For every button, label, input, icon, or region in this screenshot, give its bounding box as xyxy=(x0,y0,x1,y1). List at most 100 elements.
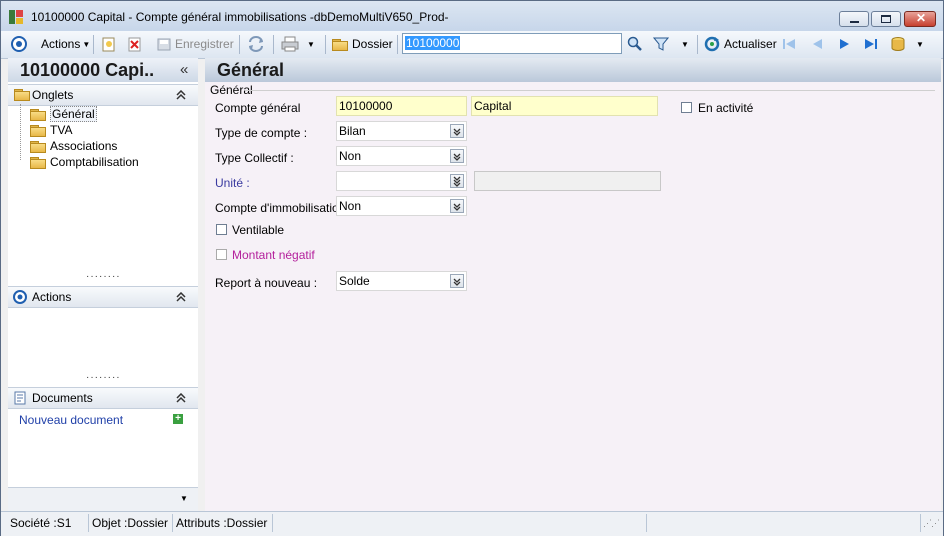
save-icon xyxy=(157,38,171,51)
collapse-chevron-icon[interactable] xyxy=(176,90,186,100)
compte-immo-label: Compte d'immobilisation : xyxy=(215,201,353,215)
report-select[interactable]: Solde xyxy=(336,271,467,291)
first-record-icon[interactable] xyxy=(781,35,797,53)
compte-immo-value: Non xyxy=(339,199,362,213)
chevron-down-icon[interactable] xyxy=(450,274,464,288)
splitter-handle[interactable]: ········ xyxy=(86,271,121,282)
documents-section-header[interactable]: Documents xyxy=(8,387,198,409)
type-collectif-label: Type Collectif : xyxy=(215,151,294,165)
montant-negatif-checkbox[interactable] xyxy=(216,249,227,260)
status-empty-cell xyxy=(647,514,921,532)
save-button[interactable]: Enregistrer xyxy=(156,35,234,53)
onglets-label: Onglets xyxy=(32,88,74,102)
type-compte-select[interactable]: Bilan xyxy=(336,121,467,141)
maximize-icon xyxy=(881,15,891,23)
type-compte-label: Type de compte : xyxy=(215,126,308,140)
ventilable-checkbox[interactable] xyxy=(216,224,227,235)
left-panel-header: 10100000 Capi.. « xyxy=(8,58,198,82)
compte-general-label: Compte général xyxy=(215,101,301,115)
minimize-icon xyxy=(850,21,859,23)
document-icon xyxy=(14,391,26,405)
refresh-button[interactable]: Actualiser xyxy=(704,35,777,53)
folder-icon xyxy=(332,38,348,51)
actions-menu-label: Actions xyxy=(41,37,81,51)
database-dropdown-icon[interactable]: ▼ xyxy=(916,35,924,53)
actions-menu-icon[interactable] xyxy=(11,35,27,53)
sync-icon[interactable] xyxy=(247,35,265,53)
tree-item-comptabilisation[interactable]: Comptabilisation xyxy=(30,154,139,170)
ventilable-label: Ventilable xyxy=(232,223,285,237)
delete-icon[interactable] xyxy=(127,35,143,53)
onglets-section-header[interactable]: Onglets xyxy=(8,84,198,106)
documents-section-label: Documents xyxy=(32,391,93,405)
collapse-chevron-icon[interactable] xyxy=(176,292,186,302)
group-divider xyxy=(245,90,935,91)
new-icon[interactable] xyxy=(101,35,117,53)
type-collectif-value: Non xyxy=(339,149,362,163)
dossier-button[interactable]: Dossier xyxy=(332,35,393,53)
database-icon[interactable] xyxy=(890,35,906,53)
next-record-icon[interactable] xyxy=(837,35,853,53)
tree-item-general[interactable]: Général xyxy=(30,106,97,122)
search-value: 10100000 xyxy=(405,36,461,50)
actions-section-header[interactable]: Actions xyxy=(8,286,198,308)
resize-grip-icon[interactable]: ⋰⋰ xyxy=(923,518,940,529)
expand-down-icon[interactable]: ▼ xyxy=(180,494,188,503)
chevron-down-icon[interactable] xyxy=(450,124,464,138)
dossier-label: Dossier xyxy=(352,37,393,51)
window-title: 10100000 Capital - Compte général immobi… xyxy=(31,10,449,24)
print-icon[interactable] xyxy=(281,35,299,53)
filter-dropdown-icon[interactable]: ▼ xyxy=(681,35,689,53)
folder-open-icon xyxy=(30,108,46,121)
collapse-panel-icon[interactable]: « xyxy=(180,61,188,78)
splitter-handle[interactable]: ········ xyxy=(86,372,121,383)
unite-label: Unité : xyxy=(215,176,250,190)
chevron-down-icon[interactable] xyxy=(450,149,464,163)
close-icon: ✕ xyxy=(916,11,927,25)
toolbar: Actions ▼ Enregistrer ▼ Dossier 10100000… xyxy=(1,31,943,59)
tree-lines xyxy=(20,104,22,160)
refresh-icon xyxy=(704,36,720,52)
chevron-down-icon[interactable] xyxy=(450,174,464,188)
search-icon[interactable] xyxy=(627,35,643,53)
filter-icon[interactable] xyxy=(653,35,669,53)
close-button[interactable]: ✕ xyxy=(904,11,936,27)
search-input[interactable]: 10100000 xyxy=(402,33,622,54)
compte-immo-select[interactable]: Non xyxy=(336,196,467,216)
compte-general-name-input[interactable]: Capital xyxy=(471,96,658,116)
minimize-button[interactable] xyxy=(839,11,869,27)
print-dropdown-icon[interactable]: ▼ xyxy=(307,35,315,53)
actions-menu-button[interactable]: Actions ▼ xyxy=(41,35,90,53)
tree-item-label: Général xyxy=(50,106,97,122)
type-compte-value: Bilan xyxy=(339,124,366,138)
add-document-icon[interactable]: + xyxy=(173,414,183,424)
en-activite-checkbox[interactable] xyxy=(681,102,692,113)
status-objet: Objet :Dossier xyxy=(89,514,173,532)
last-record-icon[interactable] xyxy=(863,35,879,53)
new-document-link[interactable]: Nouveau document xyxy=(19,413,123,427)
maximize-button[interactable] xyxy=(871,11,901,27)
report-label: Report à nouveau : xyxy=(215,276,318,290)
previous-record-icon[interactable] xyxy=(809,35,825,53)
dropdown-arrow-icon: ▼ xyxy=(82,39,91,49)
actions-section-label: Actions xyxy=(32,290,72,304)
collapse-chevron-icon[interactable] xyxy=(176,393,186,403)
title-bar: 10100000 Capital - Compte général immobi… xyxy=(1,1,943,31)
refresh-label: Actualiser xyxy=(724,37,777,51)
folder-icon xyxy=(30,124,46,137)
left-panel: 10100000 Capi.. « Onglets Général TVA As… xyxy=(8,58,198,512)
status-empty-cell xyxy=(273,514,647,532)
report-value: Solde xyxy=(339,274,370,288)
tree-item-associations[interactable]: Associations xyxy=(30,138,117,154)
folder-icon xyxy=(30,156,46,169)
application-window: 10100000 Capital - Compte général immobi… xyxy=(0,0,944,536)
status-attributs: Attributs :Dossier xyxy=(173,514,273,532)
chevron-down-icon[interactable] xyxy=(450,199,464,213)
unite-select[interactable] xyxy=(336,171,467,191)
type-collectif-select[interactable]: Non xyxy=(336,146,467,166)
compte-general-input[interactable]: 10100000 xyxy=(336,96,467,116)
montant-negatif-label: Montant négatif xyxy=(232,248,315,262)
left-panel-footer: ▼ xyxy=(8,487,198,512)
main-header: Général xyxy=(205,58,941,82)
tree-item-tva[interactable]: TVA xyxy=(30,122,72,138)
